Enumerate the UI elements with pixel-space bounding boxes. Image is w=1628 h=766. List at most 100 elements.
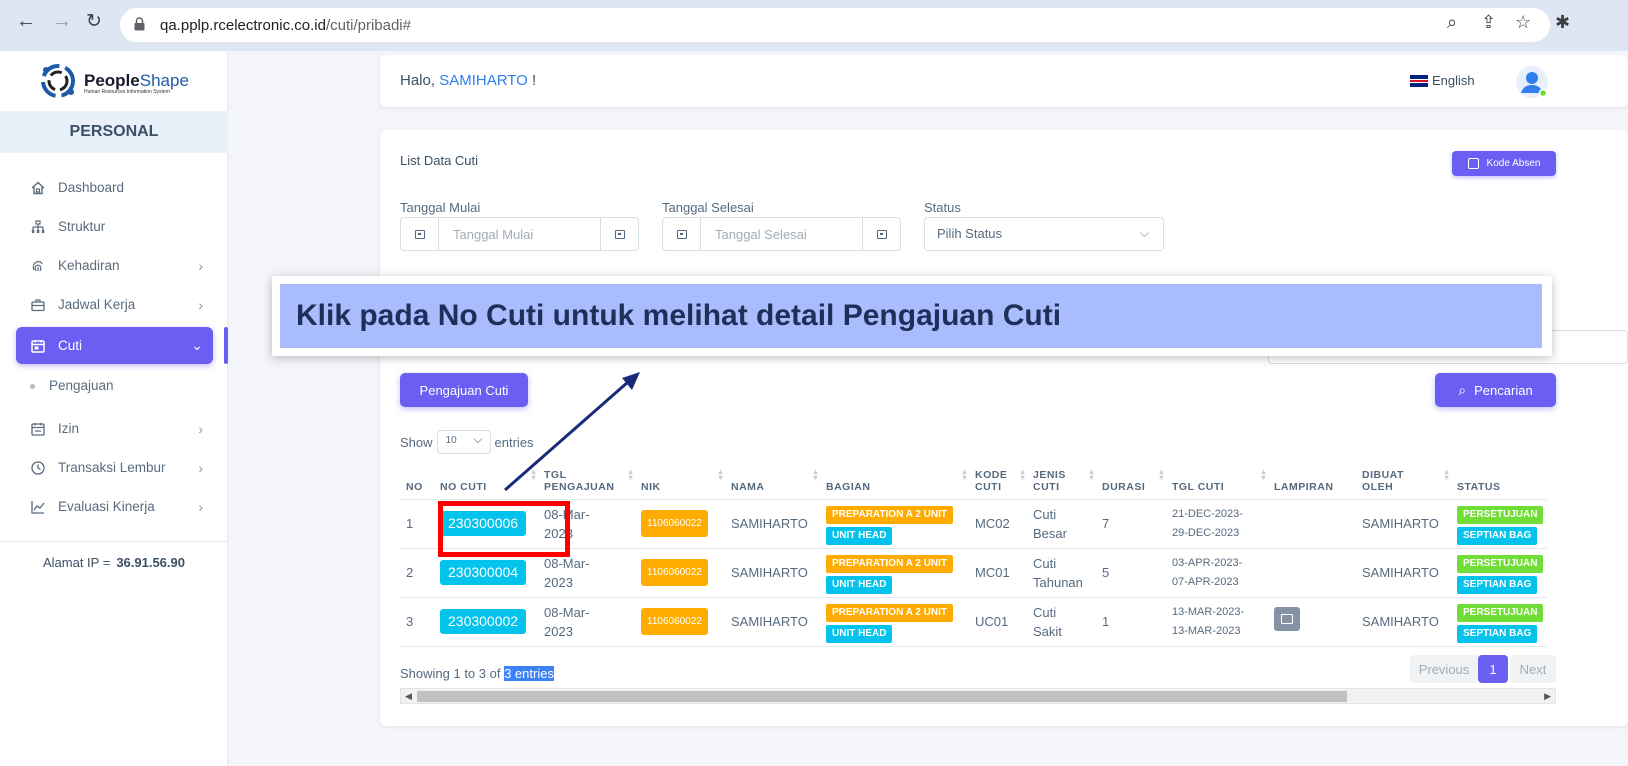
url-host: qa.pplp.rcelectronic.co.id (160, 17, 326, 34)
url-text: qa.pplp.rcelectronic.co.id/cuti/pribadi# (160, 17, 411, 34)
app-logo[interactable]: PeopleShape Human Resources Information … (38, 59, 189, 103)
previous-page-button[interactable]: Previous (1410, 655, 1478, 683)
cell-kode-cuti: MC01 (971, 548, 1029, 598)
calendar-picker-icon[interactable] (862, 218, 900, 250)
chevron-right-icon: › (198, 459, 203, 476)
cell-tgl-cuti: 13-MAR-2023- 13-MAR-2023 (1168, 597, 1270, 647)
col-nik[interactable]: NIK ▴ ▾ (637, 455, 727, 500)
image-attachment-icon[interactable] (1274, 607, 1300, 631)
approver-badge: SEPTIAN BAG (1457, 575, 1538, 594)
start-date-input[interactable]: Tanggal Mulai (400, 217, 639, 251)
col-durasi[interactable]: DURASI ▴ ▾ (1098, 455, 1168, 500)
show-label: Show (400, 434, 433, 450)
cell-durasi: 7 (1098, 499, 1168, 549)
zoom-icon[interactable]: ⌕ (1447, 12, 1457, 33)
col-bagian[interactable]: BAGIAN ▴ ▾ (822, 455, 971, 500)
jabatan-badge: UNIT HEAD (826, 575, 893, 594)
sidebar-item-label: Struktur (58, 219, 106, 234)
horizontal-scrollbar[interactable]: ◀ ▶ (400, 688, 1556, 704)
table-info-selected: 3 entries (504, 666, 554, 681)
cell-tgl-cuti: 21-DEC-2023- 29-DEC-2023 (1168, 499, 1270, 549)
no-cuti-link[interactable]: 230300002 (440, 609, 527, 634)
cell-durasi: 1 (1098, 597, 1168, 647)
status-select[interactable]: Pilih Status ⌵ (924, 217, 1164, 251)
kode-absen-button[interactable]: Kode Absen (1452, 151, 1556, 176)
sidebar-item-transaksi-lembur[interactable]: Transaksi Lembur › (16, 449, 213, 486)
scroll-right-icon[interactable]: ▶ (1544, 689, 1551, 704)
status-badge: PERSETUJUAN (1457, 603, 1544, 622)
pengajuan-cuti-button[interactable]: Pengajuan Cuti (400, 373, 528, 407)
jabatan-badge: UNIT HEAD (826, 526, 893, 545)
divider (0, 541, 228, 542)
col-no[interactable]: NO (400, 455, 436, 500)
pencarian-button[interactable]: ⌕ Pencarian (1435, 373, 1556, 407)
cell-durasi: 5 (1098, 548, 1168, 598)
col-nama[interactable]: NAMA ▴ ▾ (727, 455, 822, 500)
back-icon[interactable]: ← (16, 10, 36, 33)
sidebar-item-label: Transaksi Lembur (58, 460, 166, 475)
extensions-icon[interactable]: ✱ (1555, 12, 1570, 33)
address-bar[interactable]: qa.pplp.rcelectronic.co.id/cuti/pribadi# (120, 8, 1550, 42)
uk-flag-icon (1410, 74, 1428, 87)
sidebar-subitem-pengajuan[interactable]: Pengajuan (30, 378, 114, 393)
col-dibuat-oleh[interactable]: DIBUAT OLEH ▴ ▾ (1358, 455, 1453, 500)
active-indicator (224, 327, 228, 364)
cell-nik: 1106060022 (637, 499, 727, 549)
cell-kode-cuti: MC02 (971, 499, 1029, 549)
col-tgl-cuti[interactable]: TGL CUTI ▴ ▾ (1168, 455, 1270, 500)
fingerprint-icon (30, 258, 46, 274)
col-lampiran[interactable]: LAMPIRAN (1270, 455, 1358, 500)
sidebar-item-dashboard[interactable]: Dashboard (16, 169, 213, 206)
calendar-icon (30, 421, 46, 437)
jabatan-badge: UNIT HEAD (826, 624, 893, 643)
cell-no: 1 (400, 499, 436, 549)
sidebar-item-evaluasi-kinerja[interactable]: Evaluasi Kinerja › (16, 488, 213, 525)
status-badge: PERSETUJUAN (1457, 505, 1544, 524)
col-tgl-pengajuan[interactable]: TGL PENGAJUAN ▴ ▾ (540, 455, 637, 500)
page-1-button[interactable]: 1 (1478, 655, 1508, 683)
cell-lampiran (1270, 548, 1358, 598)
col-kode-cuti[interactable]: KODE CUTI ▴ ▾ (971, 455, 1029, 500)
status-badge: PERSETUJUAN (1457, 554, 1544, 573)
line-chart-icon (30, 499, 46, 515)
chevron-right-icon: › (198, 296, 203, 313)
reload-icon[interactable]: ↻ (86, 10, 102, 33)
cell-nama: SAMIHARTO (727, 548, 822, 598)
no-cuti-link[interactable]: 230300004 (440, 560, 527, 585)
tutorial-callout: Klik pada No Cuti untuk melihat detail P… (272, 276, 1552, 356)
sidebar-item-struktur[interactable]: Struktur (16, 208, 213, 245)
ip-value: 36.91.56.90 (116, 555, 185, 570)
top-navbar: Halo, SAMIHARTO ! English (380, 55, 1628, 107)
forward-icon[interactable]: → (52, 10, 72, 33)
col-no-cuti[interactable]: NO CUTI ▴ ▾ (436, 455, 540, 500)
scroll-left-icon[interactable]: ◀ (405, 689, 412, 704)
user-avatar-icon[interactable] (1516, 66, 1548, 98)
cell-dibuat-oleh: SAMIHARTO (1358, 597, 1453, 647)
entries-select[interactable]: 10 (436, 430, 491, 454)
scrollbar-thumb[interactable] (417, 691, 1347, 702)
entries-length: Show10entries (400, 430, 534, 454)
table-header-row: NO NO CUTI ▴ ▾ TGL PENGAJUAN ▴ ▾ NIK ▴ ▾ NAMA ▴ ▾… (400, 455, 1548, 500)
sidebar-item-izin[interactable]: Izin › (16, 410, 213, 447)
end-date-input[interactable]: Tanggal Selesai (662, 217, 901, 251)
sidebar-item-kehadiran[interactable]: Kehadiran › (16, 247, 213, 284)
language-switcher[interactable]: English (1410, 73, 1475, 88)
sidebar-item-label: Jadwal Kerja (58, 297, 136, 312)
section-header: PERSONAL (0, 111, 228, 153)
sidebar-item-jadwal-kerja[interactable]: Jadwal Kerja › (16, 286, 213, 323)
sidebar-item-label: Kehadiran (58, 258, 120, 273)
start-date-label: Tanggal Mulai (400, 200, 481, 215)
col-status[interactable]: STATUS (1453, 455, 1548, 500)
calendar-icon (663, 218, 701, 250)
col-jenis-cuti[interactable]: JENIS CUTI ▴ ▾ (1029, 455, 1098, 500)
kode-absen-label: Kode Absen (1486, 158, 1541, 169)
share-icon[interactable]: ⇪ (1481, 12, 1496, 33)
table-row: 1 230300006 08-Mar- 2023 1106060022 SAMIH… (400, 499, 1548, 549)
bookmark-star-icon[interactable]: ☆ (1515, 12, 1531, 33)
calendar-picker-icon[interactable] (600, 218, 638, 250)
cell-lampiran (1270, 499, 1358, 549)
sidebar-item-cuti[interactable]: Cuti ⌄ (16, 327, 213, 364)
status-select-value: Pilih Status (937, 226, 1003, 241)
next-page-button[interactable]: Next (1510, 655, 1556, 683)
ip-address: Alamat IP = 36.91.56.90 (0, 555, 228, 570)
